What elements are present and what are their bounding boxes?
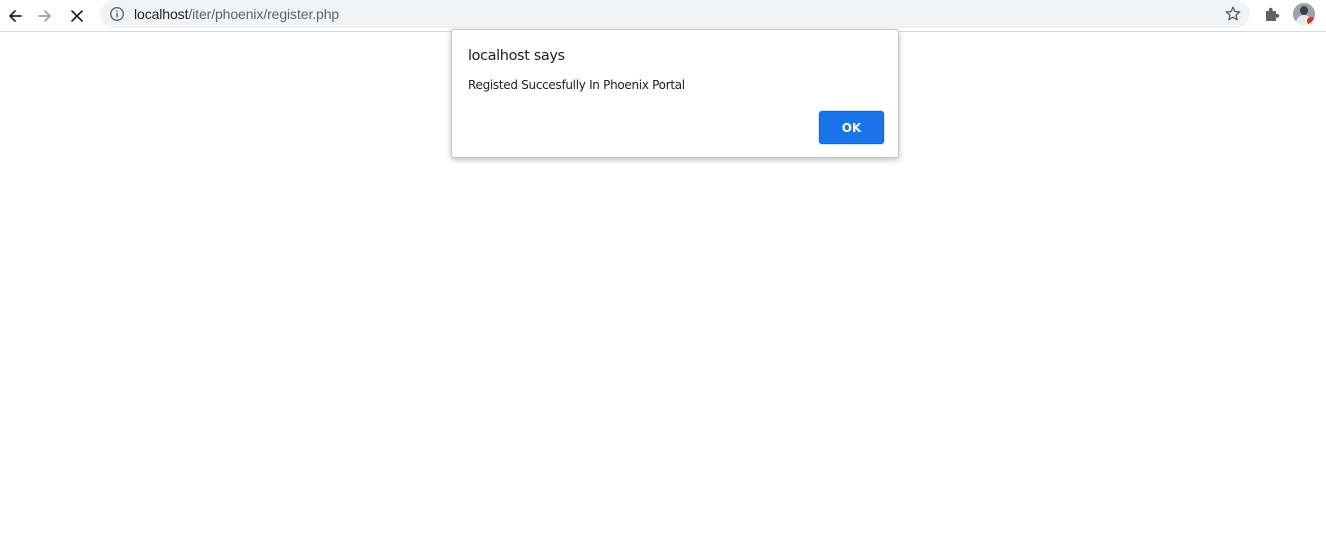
puzzle-piece-icon[interactable] bbox=[1262, 4, 1282, 24]
alert-dialog: localhost says Registed Succesfully In P… bbox=[451, 29, 899, 158]
stop-loading-icon bbox=[71, 10, 83, 22]
info-icon[interactable] bbox=[109, 6, 125, 22]
browser-toolbar: localhost/iter/phoenix/register.php bbox=[0, 0, 1326, 32]
url-host: localhost bbox=[134, 6, 189, 22]
url-path: /iter/phoenix/register.php bbox=[188, 6, 340, 22]
star-icon[interactable] bbox=[1224, 5, 1242, 23]
dialog-message: Registed Succesfully In Phoenix Portal bbox=[468, 78, 685, 92]
forward-button[interactable] bbox=[31, 2, 59, 30]
profile-avatar[interactable] bbox=[1293, 3, 1315, 25]
avatar-badge bbox=[1307, 17, 1315, 25]
dialog-title: localhost says bbox=[468, 48, 565, 64]
avatar-head bbox=[1300, 6, 1308, 15]
url-text[interactable]: localhost/iter/phoenix/register.php bbox=[134, 6, 339, 22]
stop-button[interactable] bbox=[63, 2, 91, 30]
forward-arrow-icon bbox=[38, 10, 51, 22]
address-bar[interactable]: localhost/iter/phoenix/register.php bbox=[100, 0, 1250, 28]
ok-button[interactable]: OK bbox=[819, 111, 884, 144]
back-arrow-icon bbox=[9, 10, 22, 22]
back-button[interactable] bbox=[1, 2, 29, 30]
